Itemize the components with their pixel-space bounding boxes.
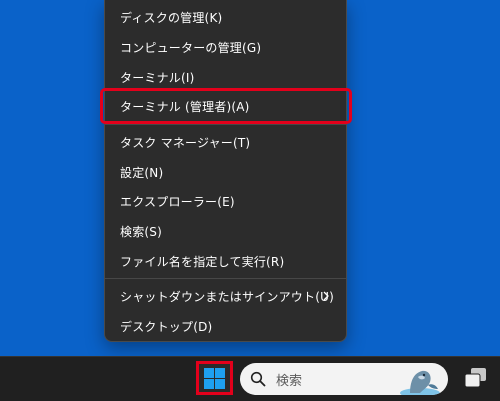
menu-separator [105,124,346,125]
menu-item-label: シャットダウンまたはサインアウト(U) [120,289,334,304]
menu-item-label: ターミナル (管理者)(A) [120,99,250,114]
menu-item-label: エクスプローラー(E) [120,194,235,209]
menu-separator [105,278,346,279]
menu-item-computer-management[interactable]: コンピューターの管理(G) [110,32,343,62]
start-button[interactable] [196,361,233,395]
start-context-menu: ディスクの管理(K) コンピューターの管理(G) ターミナル(I) ターミナル … [100,0,352,342]
menu-item-task-manager[interactable]: タスク マネージャー(T) [110,127,343,157]
menu-item-label: 検索(S) [120,224,162,239]
search-placeholder: 検索 [276,373,303,389]
search-highlight-image [400,370,440,395]
chevron-right-icon [323,291,329,301]
menu-item-terminal-admin[interactable]: ターミナル (管理者)(A) [100,88,352,124]
menu-item-settings[interactable]: 設定(N) [110,157,343,187]
menu-item-terminal[interactable]: ターミナル(I) [110,62,343,92]
menu-item-disk-management[interactable]: ディスクの管理(K) [110,2,343,32]
menu-item-label: ファイル名を指定して実行(R) [120,254,285,269]
menu-item-label: タスク マネージャー(T) [120,135,251,150]
menu-item-label: 設定(N) [120,165,164,180]
menu-item-label: ターミナル(I) [120,70,195,85]
menu-item-explorer[interactable]: エクスプローラー(E) [110,186,343,216]
menu-item-run[interactable]: ファイル名を指定して実行(R) [110,246,343,276]
menu-item-desktop[interactable]: デスクトップ(D) [110,311,343,341]
menu-item-label: ディスクの管理(K) [120,10,223,25]
task-view-icon [464,368,486,388]
menu-item-shutdown-signout[interactable]: シャットダウンまたはサインアウト(U) [110,281,343,311]
task-view-button[interactable] [462,366,488,390]
menu-item-search[interactable]: 検索(S) [110,216,343,246]
menu-item-label: コンピューターの管理(G) [120,40,262,55]
search-icon [250,371,266,387]
taskbar-search-box[interactable]: 検索 [240,363,448,395]
menu-item-label: デスクトップ(D) [120,319,213,334]
windows-logo-icon [204,367,225,389]
